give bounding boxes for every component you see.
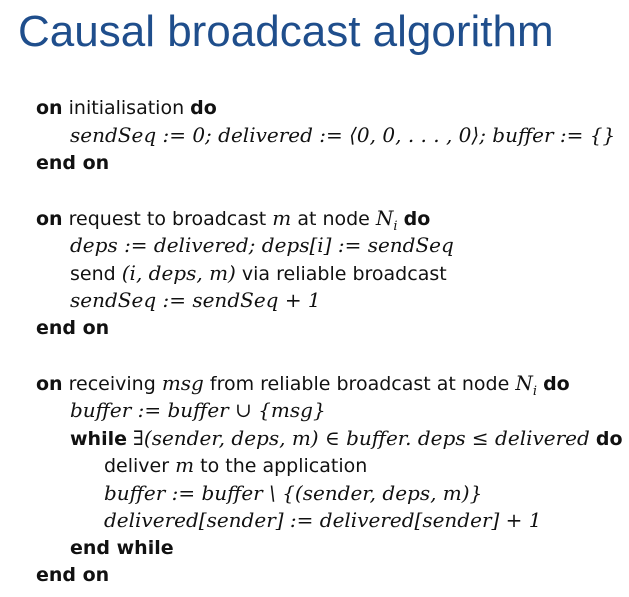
receive-buffer-line: buffer := buffer ∪ {msg} <box>70 398 326 422</box>
request-text-a: request to broadcast <box>68 208 267 230</box>
keyword-on: on <box>36 373 63 395</box>
keyword-on: on <box>36 97 63 119</box>
receive-msg: msg <box>161 371 204 395</box>
request-send-text: send <box>70 263 116 285</box>
init-assignments: sendSeq := 0; delivered := ⟨0, 0, . . . … <box>70 123 615 147</box>
request-text-b: at node <box>297 208 370 230</box>
receive-deliver-line: deliver m to the application <box>104 453 367 478</box>
init-end-on: end on <box>36 152 110 174</box>
receive-text-a: receiving <box>68 373 156 395</box>
receive-node-sub: i <box>532 384 538 399</box>
receive-increment-line: delivered[sender] := delivered[sender] +… <box>104 508 542 532</box>
receive-remove-math: buffer := buffer \ {(sender, deps, m)} <box>104 481 483 505</box>
request-seq-line: sendSeq := sendSeq + 1 <box>70 288 321 312</box>
receive-remove-line: buffer := buffer \ {(sender, deps, m)} <box>104 481 482 505</box>
request-deps-line: deps := delivered; deps[i] := sendSeq <box>70 233 454 257</box>
receive-end-while: end while <box>70 537 174 559</box>
receive-deliver-to: to the application <box>200 455 368 477</box>
request-node-sub: i <box>393 219 398 234</box>
keyword-on: on <box>36 208 63 230</box>
receive-text-b: from reliable broadcast at node <box>209 373 510 395</box>
keyword-do: do <box>190 97 217 119</box>
request-send-line: send (i, deps, m) via reliable broadcast <box>70 261 447 286</box>
request-m: m <box>272 206 292 230</box>
keyword-do: do <box>595 428 623 450</box>
request-end-on: end on <box>36 317 110 339</box>
init-event-text: initialisation <box>68 97 185 119</box>
request-send-math: (i, deps, m) <box>121 261 236 285</box>
receive-deliver-m: m <box>175 453 195 477</box>
receive-while-math: ∃(sender, deps, m) ∈ buffer. deps ≤ deli… <box>133 426 590 450</box>
receive-deliver-text: deliver <box>104 455 170 477</box>
request-node: N <box>375 206 394 230</box>
receive-increment-math: delivered[sender] := delivered[sender] +… <box>104 508 542 532</box>
receive-buffer-math: buffer := buffer ∪ {msg} <box>70 398 326 422</box>
receive-node: N <box>515 371 533 395</box>
slide-title: Causal broadcast algorithm <box>18 7 554 56</box>
keyword-while: while <box>70 428 127 450</box>
keyword-do: do <box>543 373 570 395</box>
receive-while-line: while ∃(sender, deps, m) ∈ buffer. deps … <box>70 426 623 451</box>
receive-end-on: end on <box>36 564 110 586</box>
keyword-do: do <box>403 208 431 230</box>
request-send-via: via reliable broadcast <box>241 263 447 285</box>
init-header: on initialisation do <box>36 96 217 120</box>
init-math: sendSeq := 0; delivered := ⟨0, 0, . . . … <box>70 123 616 147</box>
request-deps-math: deps := delivered; deps[i] := sendSeq <box>70 233 454 257</box>
request-seq-math: sendSeq := sendSeq + 1 <box>70 288 321 312</box>
